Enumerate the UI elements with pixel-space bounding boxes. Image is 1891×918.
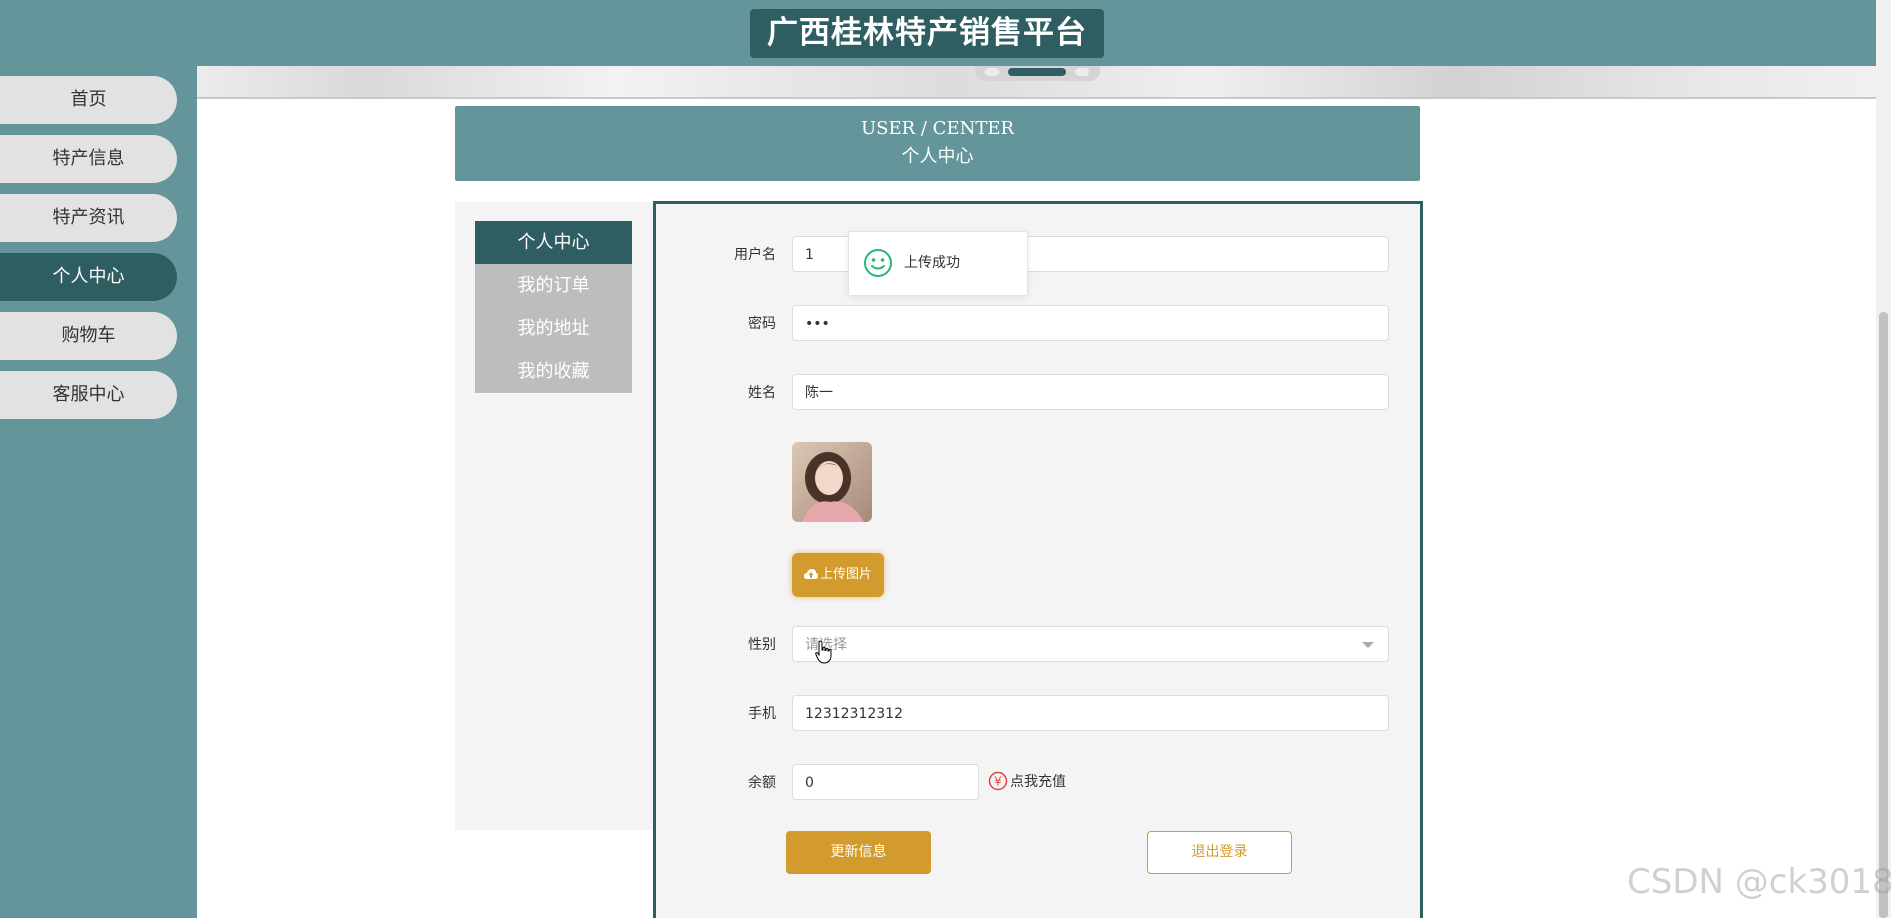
cloud-upload-icon: [803, 569, 818, 579]
nav-item-news[interactable]: 特产资讯: [0, 194, 177, 242]
header-bar: 广西桂林特产销售平台: [0, 0, 1876, 66]
toast-message: 上传成功: [904, 255, 960, 271]
page-scrollbar[interactable]: [1876, 0, 1891, 918]
site-title: 广西桂林特产销售平台: [750, 9, 1104, 58]
page-title-cn: 个人中心: [901, 146, 974, 167]
nav-item-service[interactable]: 客服中心: [0, 371, 177, 419]
recharge-link[interactable]: ¥ 点我充值: [988, 770, 1066, 794]
name-input[interactable]: 陈一: [792, 374, 1389, 410]
nav-item-home[interactable]: 首页: [0, 76, 177, 124]
phone-input[interactable]: 12312312312: [792, 695, 1389, 731]
page-heading: USER / CENTER 个人中心: [455, 106, 1420, 181]
sidebar: 首页 特产信息 特产资讯 个人中心 购物车 客服中心: [0, 66, 197, 918]
balance-input[interactable]: 0: [792, 764, 979, 800]
phone-label: 手机: [748, 706, 776, 722]
gender-select[interactable]: 请选择: [792, 626, 1389, 662]
scrollbar-thumb[interactable]: [1879, 312, 1888, 918]
recharge-label: 点我充值: [1010, 774, 1066, 790]
avatar-image: [792, 442, 872, 522]
svg-text:¥: ¥: [994, 775, 1002, 789]
submenu-my-favorites[interactable]: 我的收藏: [475, 350, 632, 393]
gender-label: 性别: [748, 637, 776, 653]
username-label: 用户名: [734, 247, 776, 263]
carousel-dot-active[interactable]: [1008, 68, 1066, 76]
carousel-dot[interactable]: [985, 68, 999, 76]
upload-button-label: 上传图片: [819, 567, 872, 582]
upload-image-button[interactable]: 上传图片: [792, 553, 884, 597]
watermark-text: CSDN @ck3018: [1627, 862, 1891, 902]
carousel-dot[interactable]: [1075, 68, 1089, 76]
carousel-indicators: [975, 66, 1100, 81]
hand-cursor-icon: [815, 640, 832, 664]
password-label: 密码: [748, 316, 776, 332]
balance-label: 余额: [748, 775, 776, 791]
submenu-my-address[interactable]: 我的地址: [475, 307, 632, 350]
submenu-user-center[interactable]: 个人中心: [475, 221, 632, 264]
smile-icon: [864, 249, 892, 277]
password-input[interactable]: •••: [792, 305, 1389, 341]
upload-success-toast: 上传成功: [848, 231, 1028, 296]
name-label: 姓名: [748, 385, 776, 401]
nav-item-products[interactable]: 特产信息: [0, 135, 177, 183]
logout-button[interactable]: 退出登录: [1147, 831, 1292, 874]
chevron-down-icon: [1362, 642, 1374, 648]
page-title-en: USER / CENTER: [860, 118, 1015, 139]
nav-item-cart[interactable]: 购物车: [0, 312, 177, 360]
submenu-my-orders[interactable]: 我的订单: [475, 264, 632, 307]
profile-form: 用户名 1 密码 ••• 姓名 陈一 上传图片 性别 请选择 手机 123123…: [653, 201, 1423, 918]
yuan-coin-icon: ¥: [988, 771, 1008, 791]
update-info-button[interactable]: 更新信息: [786, 831, 931, 874]
user-submenu-panel: 个人中心 我的订单 我的地址 我的收藏: [455, 202, 655, 830]
nav-item-user-center[interactable]: 个人中心: [0, 253, 177, 301]
